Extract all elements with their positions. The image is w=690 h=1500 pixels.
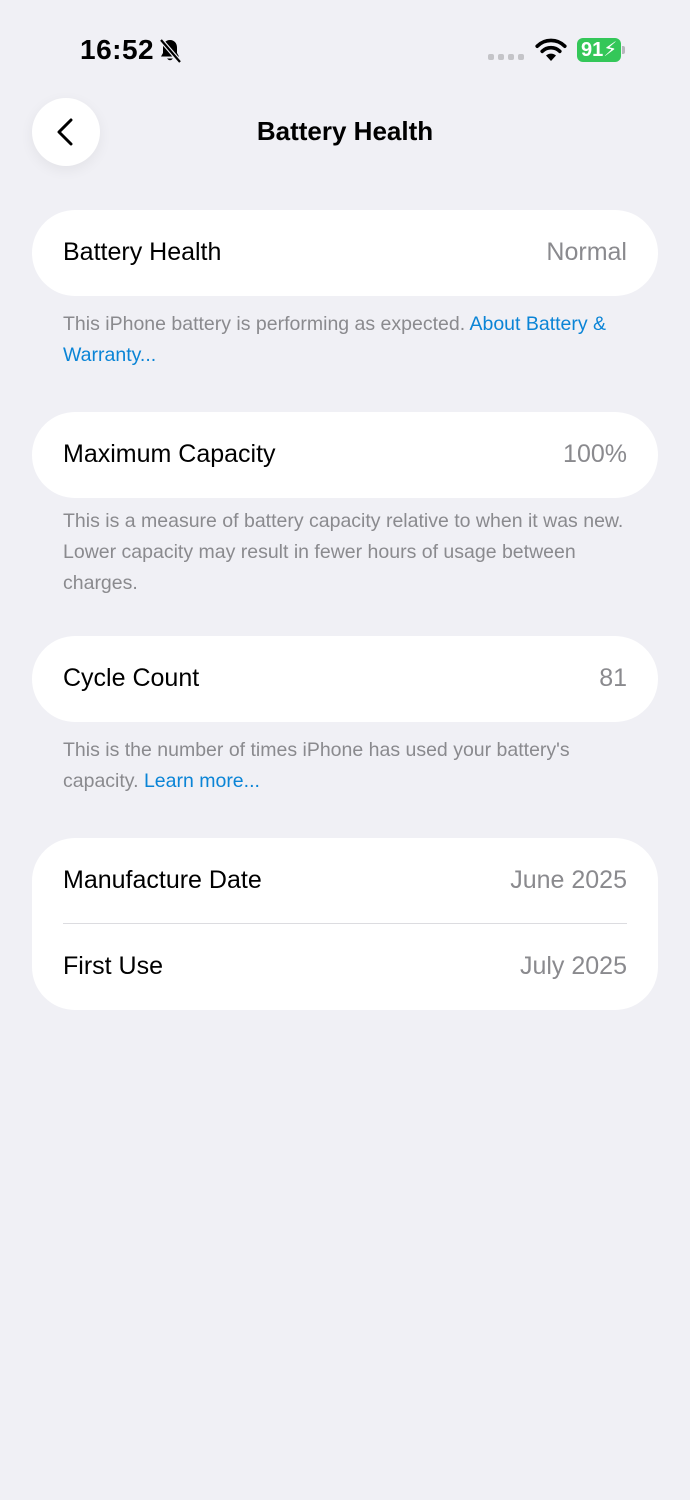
maximum-capacity-card: Maximum Capacity 100%	[32, 412, 658, 498]
battery-health-card: Battery Health Normal	[32, 210, 658, 296]
page-title: Battery Health	[256, 116, 434, 146]
battery-health-footnote-text: This iPhone battery is performing as exp…	[63, 313, 466, 335]
battery-health-footnote: This iPhone battery is performing as exp…	[63, 309, 633, 371]
maximum-capacity-row: Maximum Capacity 100%	[32, 412, 658, 498]
maximum-capacity-value: 100%	[563, 440, 627, 468]
battery-health-label: Battery Health	[63, 238, 222, 266]
cycle-count-footnote: This is the number of times iPhone has u…	[63, 735, 633, 797]
maximum-capacity-footnote: This is a measure of battery capacity re…	[63, 510, 624, 594]
cellular-signal-icon	[488, 54, 524, 60]
cycle-count-card: Cycle Count 81	[32, 636, 658, 722]
first-use-value: July 2025	[519, 952, 627, 980]
manufacture-date-row: Manufacture Date June 2025	[32, 838, 658, 924]
battery-health-value: Normal	[546, 238, 627, 266]
learn-more-link[interactable]: Learn more...	[144, 770, 260, 792]
cycle-count-value: 81	[599, 664, 627, 692]
first-use-label: First Use	[63, 952, 163, 980]
cycle-count-label: Cycle Count	[63, 664, 200, 692]
battery-health-row: Battery Health Normal	[32, 210, 658, 296]
manufacture-date-label: Manufacture Date	[63, 866, 262, 894]
status-bar: 16:52 91⚡	[0, 0, 690, 100]
manufacture-date-value: June 2025	[510, 866, 627, 894]
first-use-row: First Use July 2025	[32, 924, 658, 1010]
wifi-icon	[535, 38, 567, 61]
battery-charging-icon: 91⚡	[577, 38, 627, 64]
maximum-capacity-label: Maximum Capacity	[63, 440, 276, 468]
dates-card: Manufacture Date June 2025 First Use Jul…	[32, 838, 658, 1010]
battery-level: 91⚡	[577, 38, 621, 62]
status-time: 16:52	[80, 34, 155, 65]
cycle-count-row: Cycle Count 81	[32, 636, 658, 722]
bell-slash-icon	[159, 38, 182, 64]
cycle-count-footnote-text: This is the number of times iPhone has u…	[63, 739, 570, 792]
